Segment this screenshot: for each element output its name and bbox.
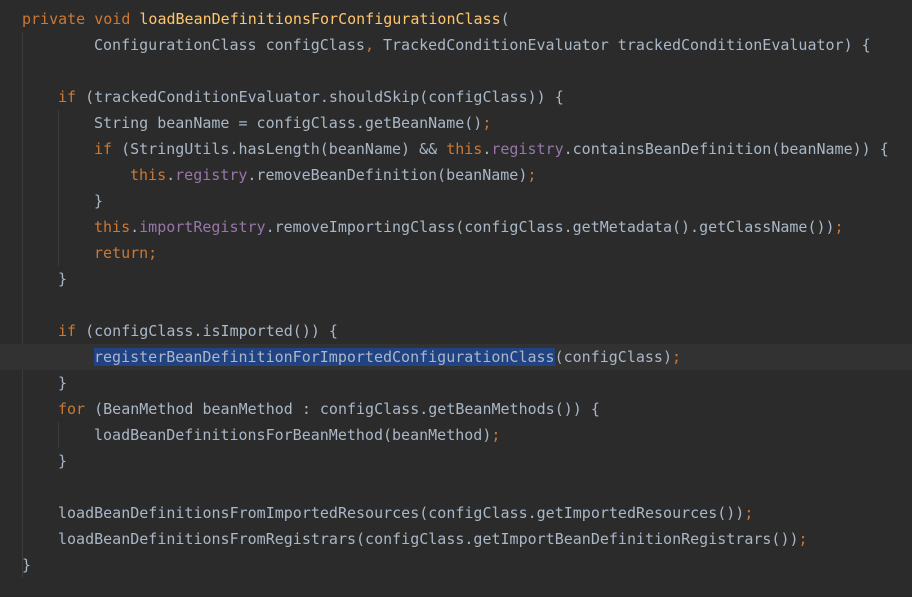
current-code-line[interactable]: registerBeanDefinitionForImportedConfigu… <box>0 344 912 370</box>
code-token: registry <box>491 140 564 158</box>
selected-code-token: registerBeanDefinitionForImportedConfigu… <box>94 348 555 366</box>
code-line[interactable]: this.registry.removeBeanDefinition(beanN… <box>0 162 912 188</box>
code-line[interactable]: } <box>0 188 912 214</box>
code-line[interactable]: } <box>0 370 912 396</box>
code-token: (configClass.isImported()) { <box>85 322 338 340</box>
code-line[interactable]: private void loadBeanDefinitionsForConfi… <box>0 6 912 32</box>
code-token: } <box>22 556 32 574</box>
code-token: TrackedConditionEvaluator trackedConditi… <box>383 36 871 54</box>
code-editor[interactable]: private void loadBeanDefinitionsForConfi… <box>0 0 912 597</box>
code-line[interactable] <box>0 292 912 318</box>
code-token: .containsBeanDefinition(beanName)) { <box>563 140 889 158</box>
code-token: (configClass) <box>554 348 672 366</box>
code-token: } <box>58 452 68 470</box>
code-line[interactable]: this.importRegistry.removeImportingClass… <box>0 214 912 240</box>
code-token: } <box>58 374 68 392</box>
code-line[interactable]: return; <box>0 240 912 266</box>
code-line[interactable]: } <box>0 266 912 292</box>
code-token: ; <box>482 114 492 132</box>
code-token: hasLength <box>238 140 320 158</box>
code-token: } <box>58 270 68 288</box>
code-line[interactable]: } <box>0 552 912 578</box>
code-token: loadBeanDefinitionsForConfigurationClass <box>139 10 501 28</box>
code-token: . <box>130 218 140 236</box>
code-token: .removeBeanDefinition(beanName) <box>247 166 528 184</box>
code-token: ; <box>834 218 844 236</box>
code-token: (BeanMethod beanMethod : configClass.get… <box>94 400 600 418</box>
code-line[interactable] <box>0 58 912 84</box>
code-token: ; <box>671 348 682 366</box>
code-token: loadBeanDefinitionsForBeanMethod(beanMet… <box>94 426 492 444</box>
code-token: . <box>166 166 176 184</box>
code-token: loadBeanDefinitionsFromImportedResources… <box>58 504 745 522</box>
code-token: (StringUtils. <box>121 140 239 158</box>
code-token: ; <box>798 530 808 548</box>
code-token: loadBeanDefinitionsFromRegistrars(config… <box>58 530 799 548</box>
code-line[interactable]: for (BeanMethod beanMethod : configClass… <box>0 396 912 422</box>
code-line[interactable]: ConfigurationClass configClass, TrackedC… <box>0 32 912 58</box>
code-token: ; <box>744 504 754 522</box>
code-token: private void <box>22 10 140 28</box>
code-token: ; <box>527 166 537 184</box>
code-token: registry <box>175 166 248 184</box>
code-line[interactable] <box>0 474 912 500</box>
code-token: for <box>58 400 95 418</box>
code-token: if <box>94 140 122 158</box>
code-token: return; <box>94 244 158 262</box>
code-token: if <box>58 88 86 106</box>
code-line[interactable]: } <box>0 448 912 474</box>
code-line[interactable]: loadBeanDefinitionsFromImportedResources… <box>0 500 912 526</box>
code-token: , <box>364 36 383 54</box>
code-line[interactable]: String beanName = configClass.getBeanNam… <box>0 110 912 136</box>
code-line[interactable]: if (configClass.isImported()) { <box>0 318 912 344</box>
code-line[interactable]: loadBeanDefinitionsFromRegistrars(config… <box>0 526 912 552</box>
code-token: String beanName = configClass.getBeanNam… <box>94 114 483 132</box>
code-token: ConfigurationClass configClass <box>94 36 365 54</box>
code-token: ( <box>500 10 510 28</box>
code-token: .removeImportingClass(configClass.getMet… <box>265 218 835 236</box>
code-token: this <box>130 166 167 184</box>
code-token: } <box>94 192 104 210</box>
code-token: if <box>58 322 86 340</box>
code-token: ; <box>491 426 501 444</box>
code-token: (beanName) && <box>319 140 447 158</box>
code-line[interactable]: if (trackedConditionEvaluator.shouldSkip… <box>0 84 912 110</box>
code-token: importRegistry <box>139 218 266 236</box>
code-token: this <box>94 218 131 236</box>
code-line[interactable]: if (StringUtils.hasLength(beanName) && t… <box>0 136 912 162</box>
code-line[interactable]: loadBeanDefinitionsForBeanMethod(beanMet… <box>0 422 912 448</box>
code-token: this <box>446 140 483 158</box>
code-token: (trackedConditionEvaluator.shouldSkip(co… <box>85 88 564 106</box>
